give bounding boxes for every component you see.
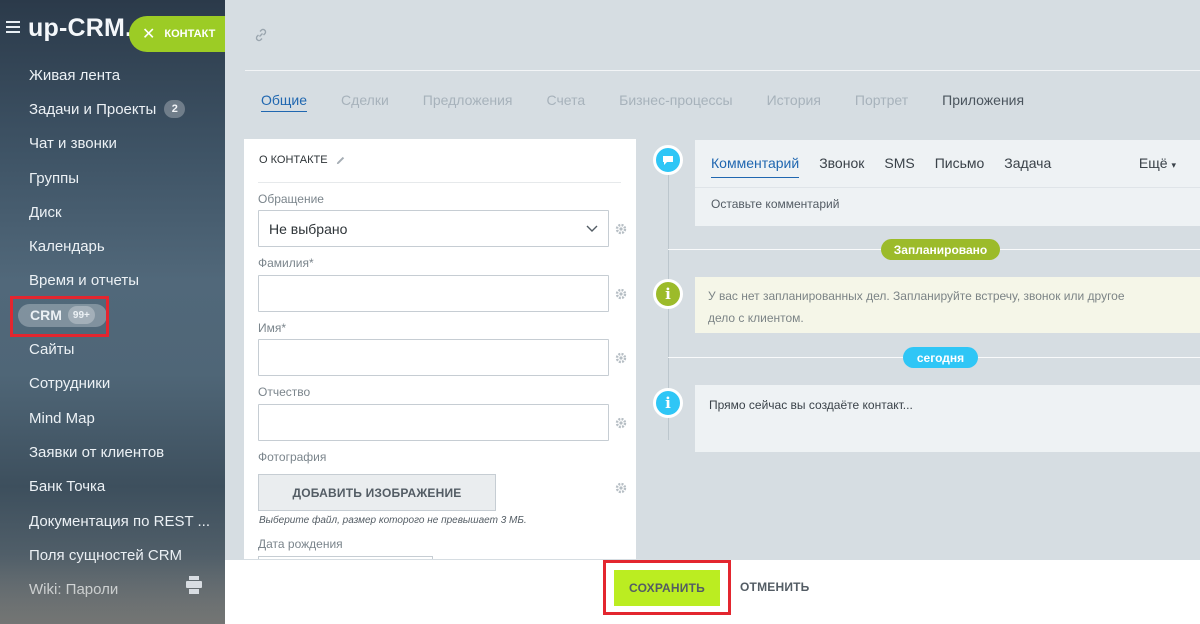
last-name-label: Фамилия* xyxy=(258,256,314,270)
contact-badge-label: КОНТАКТ xyxy=(164,28,216,40)
birthdate-label: Дата рождения xyxy=(258,537,343,551)
more-label: Ещё xyxy=(1138,155,1168,171)
sidebar-item-client-requests[interactable]: Заявки от клиентов xyxy=(0,435,225,469)
gear-icon[interactable] xyxy=(615,417,627,429)
caret-down-icon: ▾ xyxy=(1171,160,1176,170)
tab-comment[interactable]: Комментарий xyxy=(711,155,800,178)
sidebar-item-sites[interactable]: Сайты xyxy=(0,332,225,366)
sidebar-item-label: Сайты xyxy=(29,341,75,359)
main-area: Общие Сделки Предложения Счета Бизнес-пр… xyxy=(225,0,1200,624)
printer-icon[interactable] xyxy=(186,576,202,594)
sidebar-item-label: Поля сущностей CRM xyxy=(29,546,183,564)
sidebar-item-bank[interactable]: Банк Точка xyxy=(0,470,225,504)
first-name-input[interactable] xyxy=(258,339,609,376)
last-name-input[interactable] xyxy=(258,275,609,312)
chevron-down-icon xyxy=(586,225,598,232)
link-icon[interactable] xyxy=(253,27,269,43)
tab-applications[interactable]: Приложения xyxy=(942,92,1024,112)
salutation-select[interactable]: Не выбрано xyxy=(258,210,609,247)
salutation-value: Не выбрано xyxy=(269,221,348,237)
divider xyxy=(695,187,1200,188)
divider xyxy=(258,182,621,183)
sidebar-item-label: Диск xyxy=(29,203,62,221)
sidebar-item-label: Банк Точка xyxy=(29,478,106,496)
section-title: О КОНТАКТЕ xyxy=(259,154,346,166)
sidebar-item-rest-docs[interactable]: Документация по REST ... xyxy=(0,504,225,538)
sidebar-item-label: Группы xyxy=(29,169,79,187)
planned-notice: У вас нет запланированных дел. Запланиру… xyxy=(695,277,1200,333)
sidebar-item-chat[interactable]: Чат и звонки xyxy=(0,127,225,161)
action-bar: СОХРАНИТЬ ОТМЕНИТЬ xyxy=(225,560,1200,624)
sidebar-item-label: Календарь xyxy=(29,238,105,256)
tab-quotes[interactable]: Предложения xyxy=(423,92,513,112)
gear-icon[interactable] xyxy=(615,352,627,364)
creating-contact-text: Прямо сейчас вы создаёте контакт... xyxy=(709,398,913,412)
sidebar-item-employees[interactable]: Сотрудники xyxy=(0,367,225,401)
sidebar-item-label: Документация по REST ... xyxy=(29,512,211,530)
tasks-count-badge: 2 xyxy=(164,100,186,119)
add-image-button[interactable]: ДОБАВИТЬ ИЗОБРАЖЕНИЕ xyxy=(258,474,496,511)
section-title-text: О КОНТАКТЕ xyxy=(259,154,328,166)
contact-form-card: О КОНТАКТЕ Обращение Не выбрано Фамилия*… xyxy=(244,139,636,559)
logo[interactable]: up-CRM.r xyxy=(28,14,142,43)
tab-task[interactable]: Задача xyxy=(1004,155,1051,178)
sidebar-item-label: Время и отчеты xyxy=(29,272,140,290)
birthdate-input[interactable] xyxy=(258,556,433,559)
contact-close-badge[interactable]: ✕ КОНТАКТ xyxy=(129,16,225,52)
sidebar-item-label: Задачи и Проекты xyxy=(29,100,157,118)
comment-icon xyxy=(653,145,683,175)
more-menu[interactable]: Ещё ▾ xyxy=(1139,155,1176,171)
tab-business-processes[interactable]: Бизнес-процессы xyxy=(619,92,732,112)
sidebar-item-label: Сотрудники xyxy=(29,375,111,393)
save-button[interactable]: СОХРАНИТЬ xyxy=(614,570,720,606)
today-badge: сегодня xyxy=(903,347,978,368)
comment-placeholder[interactable]: Оставьте комментарий xyxy=(711,197,839,211)
tab-sms[interactable]: SMS xyxy=(884,155,914,178)
crm-highlight-frame xyxy=(10,296,109,337)
gear-icon[interactable] xyxy=(615,223,627,235)
activity-tabs: Комментарий Звонок SMS Письмо Задача xyxy=(711,155,1071,178)
sidebar-item-label: Mind Map xyxy=(29,409,95,427)
sidebar-item-feed[interactable]: Живая лента xyxy=(0,58,225,92)
speech-bubble-icon xyxy=(663,155,673,165)
tab-email[interactable]: Письмо xyxy=(935,155,985,178)
tab-history[interactable]: История xyxy=(767,92,821,112)
entity-tabs: Общие Сделки Предложения Счета Бизнес-пр… xyxy=(261,92,1058,112)
tab-invoices[interactable]: Счета xyxy=(547,92,586,112)
tab-portrait[interactable]: Портрет xyxy=(855,92,908,112)
sidebar-item-crm-fields[interactable]: Поля сущностей CRM xyxy=(0,538,225,572)
middle-name-label: Отчество xyxy=(258,385,311,399)
planned-badge: Запланировано xyxy=(881,239,1000,260)
sidebar-item-label: Живая лента xyxy=(29,66,121,84)
sidebar-item-label: Чат и звонки xyxy=(29,135,117,153)
sidebar-item-tasks[interactable]: Задачи и Проекты 2 xyxy=(0,92,225,126)
gear-icon[interactable] xyxy=(615,288,627,300)
tab-deals[interactable]: Сделки xyxy=(341,92,389,112)
salutation-label: Обращение xyxy=(258,192,324,206)
pencil-icon[interactable] xyxy=(335,155,346,166)
tab-general[interactable]: Общие xyxy=(261,92,308,112)
cancel-button[interactable]: ОТМЕНИТЬ xyxy=(740,580,810,594)
info-icon: i xyxy=(653,279,683,309)
sidebar-item-label: Заявки от клиентов xyxy=(29,443,165,461)
close-icon[interactable]: ✕ xyxy=(142,24,155,44)
sidebar-item-mind-map[interactable]: Mind Map xyxy=(0,401,225,435)
sidebar-item-groups[interactable]: Группы xyxy=(0,161,225,195)
planned-notice-text: У вас нет запланированных дел. Запланиру… xyxy=(708,289,1125,325)
sidebar-item-calendar[interactable]: Календарь xyxy=(0,229,225,263)
middle-name-input[interactable] xyxy=(258,404,609,441)
first-name-label: Имя* xyxy=(258,321,287,335)
sidebar-item-label: Wiki: Пароли xyxy=(29,581,119,599)
tab-call[interactable]: Звонок xyxy=(819,155,864,178)
creating-contact-entry: Прямо сейчас вы создаёте контакт... xyxy=(695,385,1200,452)
gear-icon[interactable] xyxy=(615,482,627,494)
sidebar-item-time-reports[interactable]: Время и отчеты xyxy=(0,264,225,298)
sidebar-item-disk[interactable]: Диск xyxy=(0,195,225,229)
file-size-hint: Выберите файл, размер которого не превыш… xyxy=(259,515,527,526)
activity-editor: Комментарий Звонок SMS Письмо Задача Ещё… xyxy=(695,140,1200,226)
title-bar xyxy=(245,0,1200,71)
menu-icon[interactable] xyxy=(6,21,20,33)
info-icon: i xyxy=(653,388,683,418)
photo-label: Фотография xyxy=(258,450,327,464)
